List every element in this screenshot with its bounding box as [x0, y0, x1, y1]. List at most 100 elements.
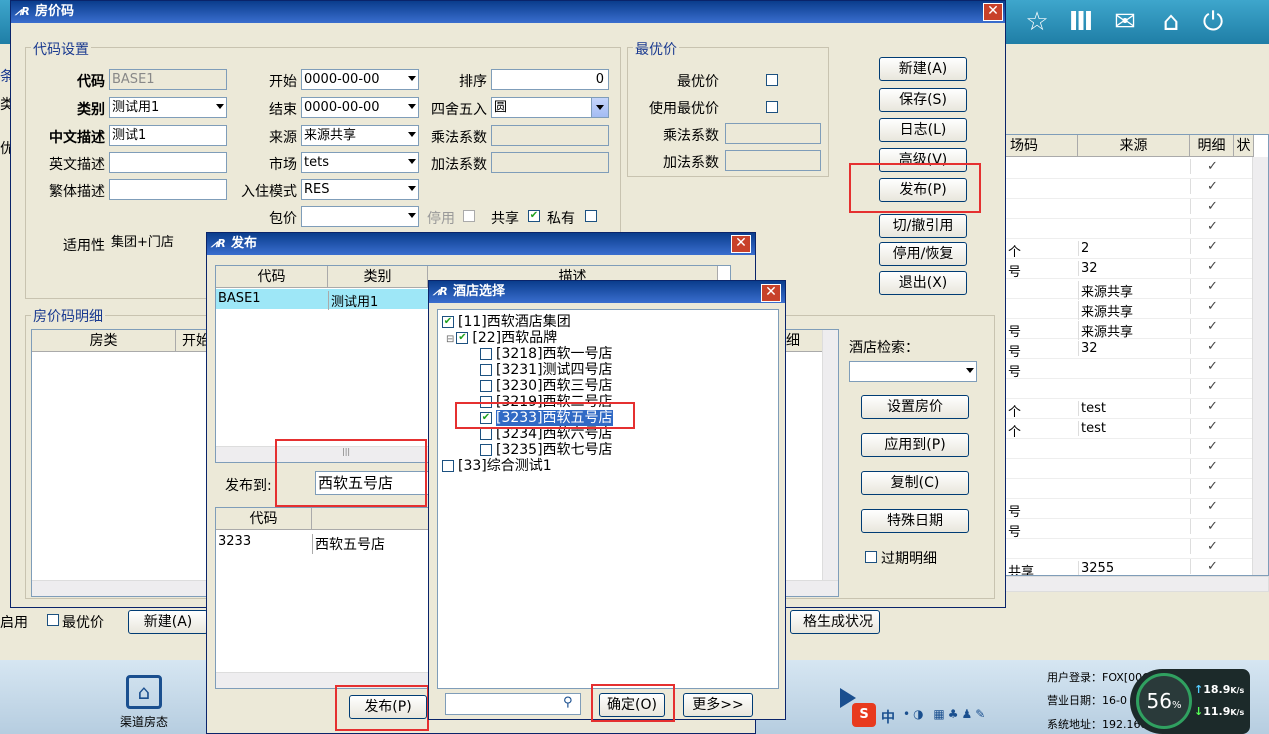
tree-node[interactable]: [3231]测试四号店: [480, 362, 613, 378]
disable-restore-button[interactable]: 停用/恢复: [879, 242, 967, 266]
best-mult-label: 乘法系数: [663, 128, 719, 144]
check-icon: ✓: [1190, 159, 1234, 174]
bg-scrollbar[interactable]: [1252, 157, 1268, 575]
bg-best-checkbox[interactable]: [47, 614, 59, 626]
bg-table-row[interactable]: 个 test ✓: [1006, 399, 1254, 420]
applicability-value[interactable]: 集团+门店: [109, 233, 209, 254]
more-button[interactable]: 更多>>: [683, 693, 753, 717]
order-field[interactable]: 0: [491, 69, 609, 90]
search-icon[interactable]: ⚲: [563, 695, 577, 711]
code-field[interactable]: BASE1: [109, 69, 227, 90]
bg-table-row[interactable]: ✓: [1006, 179, 1254, 199]
end-label: 结束: [269, 102, 297, 118]
tree-checkbox[interactable]: [480, 428, 492, 440]
mail-icon[interactable]: ✉: [1106, 4, 1144, 42]
best-mult-field[interactable]: [725, 123, 821, 144]
bg-table-row[interactable]: ✓: [1006, 379, 1254, 399]
tree-node[interactable]: ⊟ ✔ [22]西软品牌: [446, 330, 557, 346]
bg-table-row[interactable]: 来源共享 ✓: [1006, 299, 1254, 320]
home-exit-icon[interactable]: ⌂: [1152, 4, 1190, 42]
bg-table-row[interactable]: ✓: [1006, 539, 1254, 559]
best-price-checkbox[interactable]: [766, 74, 778, 86]
network-monitor[interactable]: 56% ↑18.9K/s ↓11.9K/s: [1130, 669, 1250, 734]
category-select[interactable]: 测试用1: [109, 97, 227, 118]
expired-detail-checkbox[interactable]: [865, 551, 877, 563]
close-icon[interactable]: ✕: [983, 3, 1003, 21]
trad-desc-field[interactable]: [109, 179, 227, 200]
switch-reference-button[interactable]: 切/撤引用: [879, 214, 967, 238]
bg-table-row[interactable]: ✓: [1006, 439, 1254, 459]
tree-node-label: [3230]西软三号店: [496, 378, 613, 394]
save-button[interactable]: 保存(S): [879, 88, 967, 112]
bg-fragment: 最优价: [62, 615, 104, 631]
tree-node[interactable]: [33]综合测试1: [442, 458, 552, 474]
end-date-select[interactable]: 0000-00-00: [301, 97, 419, 118]
tree-checkbox[interactable]: [480, 364, 492, 376]
bg-table-row[interactable]: 共享 3255 ✓: [1006, 559, 1254, 575]
market-select[interactable]: tets: [301, 152, 419, 173]
bg-table-row[interactable]: 个 2 ✓: [1006, 239, 1254, 260]
mult-field[interactable]: [491, 125, 609, 146]
best-add-field[interactable]: [725, 150, 821, 171]
bg-table-row[interactable]: ✓: [1006, 159, 1254, 179]
bg-hscroll[interactable]: [1005, 576, 1269, 592]
bg-table-row[interactable]: 号 来源共享 ✓: [1006, 319, 1254, 340]
bg-table-row[interactable]: ✓: [1006, 199, 1254, 219]
checkin-mode-select[interactable]: RES: [301, 179, 419, 200]
tree-checkbox[interactable]: [480, 444, 492, 456]
close-icon[interactable]: ✕: [761, 284, 781, 302]
shared-checkbox[interactable]: ✔: [528, 210, 540, 222]
bg-table-row[interactable]: 号 32 ✓: [1006, 339, 1254, 360]
bg-table-row[interactable]: 来源共享 ✓: [1006, 279, 1254, 300]
tree-node[interactable]: ✔ [11]西软酒店集团: [442, 314, 571, 330]
use-best-checkbox[interactable]: [766, 101, 778, 113]
source-select[interactable]: 来源共享: [301, 125, 419, 146]
sogou-ime-icon[interactable]: S: [852, 703, 876, 727]
tree-checkbox[interactable]: [480, 380, 492, 392]
apply-to-button[interactable]: 应用到(P): [861, 433, 969, 457]
bg-table-row[interactable]: 号 ✓: [1006, 519, 1254, 540]
tree-checkbox[interactable]: [480, 348, 492, 360]
private-checkbox[interactable]: [585, 210, 597, 222]
set-price-button[interactable]: 设置房价: [861, 395, 969, 419]
hotel-filter-input[interactable]: [445, 693, 581, 715]
close-icon[interactable]: ✕: [731, 235, 751, 253]
bg-new-button[interactable]: 新建(A): [128, 610, 208, 634]
round-select[interactable]: 圆: [491, 97, 609, 118]
copy-button[interactable]: 复制(C): [861, 471, 969, 495]
cn-desc-field[interactable]: 测试1: [109, 125, 227, 146]
add-field[interactable]: [491, 152, 609, 173]
bg-table-row[interactable]: 个 test ✓: [1006, 419, 1254, 440]
disabled-checkbox[interactable]: [463, 210, 475, 222]
package-select[interactable]: [301, 206, 419, 227]
tree-node[interactable]: [3218]西软一号店: [480, 346, 613, 362]
star-icon[interactable]: ☆: [1018, 4, 1056, 42]
collapse-icon[interactable]: ⊟: [446, 334, 454, 345]
ime-toolbar-icons[interactable]: •◑ ▦♣♟✎: [903, 707, 1033, 723]
channel-room-icon[interactable]: ⌂: [126, 675, 162, 709]
new-button[interactable]: 新建(A): [879, 57, 967, 81]
power-icon[interactable]: ⏻: [1194, 4, 1232, 42]
bg-table-row[interactable]: 号 32 ✓: [1006, 259, 1254, 280]
special-date-button[interactable]: 特殊日期: [861, 509, 969, 533]
hotel-search-select[interactable]: [849, 361, 977, 382]
bg-table-row[interactable]: ✓: [1006, 219, 1254, 239]
tree-checkbox[interactable]: ✔: [442, 316, 454, 328]
table-row[interactable]: BASE1 测试用1: [216, 289, 432, 310]
bg-status-button[interactable]: 格生成状况: [790, 610, 880, 634]
ime-mode[interactable]: 中: [881, 707, 895, 727]
log-button[interactable]: 日志(L): [879, 118, 967, 142]
tree-node[interactable]: [3230]西软三号店: [480, 378, 613, 394]
bg-table-row[interactable]: 号 ✓: [1006, 499, 1254, 520]
columns-icon[interactable]: Ⅲ: [1062, 4, 1100, 42]
detail-vscroll[interactable]: [822, 330, 838, 580]
tree-checkbox[interactable]: ✔: [456, 332, 469, 344]
bg-table-row[interactable]: 号 ✓: [1006, 359, 1254, 380]
bg-table-row[interactable]: ✓: [1006, 459, 1254, 479]
start-date-select[interactable]: 0000-00-00: [301, 69, 419, 90]
en-desc-field[interactable]: [109, 152, 227, 173]
tree-node[interactable]: [3235]西软七号店: [480, 442, 613, 458]
bg-table-row[interactable]: ✓: [1006, 479, 1254, 499]
exit-button[interactable]: 退出(X): [879, 271, 967, 295]
tree-checkbox[interactable]: [442, 460, 454, 472]
